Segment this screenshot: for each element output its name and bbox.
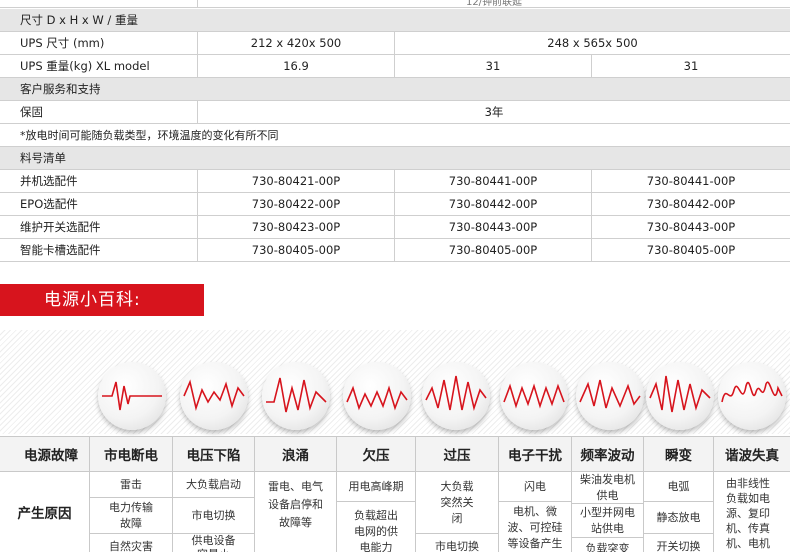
cause-cell: 电力传输故障 (90, 498, 173, 534)
electrical-noise-wave-icon (500, 362, 568, 430)
row-label-causes: 产生原因 (0, 472, 90, 552)
cause-cell: 电机、微波、可控硅等设备产生干扰 (499, 502, 572, 552)
surge-wave-icon (262, 362, 330, 430)
cause-cell: 供电设备容量小 (173, 534, 255, 552)
fault-header-power-fault: 电源故障 (0, 436, 90, 472)
undervoltage-wave-icon (343, 362, 411, 430)
fault-header-transient: 瞬变 (644, 436, 714, 472)
cause-cell: 大负载突然关闭 (416, 472, 499, 534)
cause-cell: 自然灾害 (90, 534, 173, 552)
cause-cell: 大负载启动 (173, 472, 255, 498)
fault-header-outage: 市电断电 (90, 436, 173, 472)
frequency-variation-wave-icon (576, 362, 644, 430)
cause-cell: 用电高峰期 (337, 472, 416, 502)
spec-row-top-partial: 12/钟前联延 (0, 0, 790, 8)
parts-row: 维护开关选配件 730-80423-00P 730-80443-00P 730-… (0, 216, 790, 239)
encyclopedia-banner: 电源小百科: (0, 284, 204, 316)
fault-header-surge: 浪涌 (255, 436, 337, 472)
cause-cell: 市电切换 (173, 498, 255, 534)
cause-cell: 静态放电 (644, 502, 714, 534)
cause-cell: 由非线性负载如电源、复印机、传真机、电机等引起 (714, 472, 790, 552)
cause-cell: 闪电 (499, 472, 572, 502)
fault-header-frequency: 频率波动 (572, 436, 644, 472)
cause-cell: 雷电、电气设备启停和故障等 (255, 472, 337, 552)
cause-cell: 柴油发电机供电 (572, 472, 644, 504)
fault-header-noise: 电子干扰 (499, 436, 572, 472)
section-parts: 料号清单 (0, 147, 790, 170)
fault-header-harmonic: 谐波失真 (714, 436, 790, 472)
fault-header-undervoltage: 欠压 (337, 436, 416, 472)
cause-cell: 雷击 (90, 472, 173, 498)
parts-row: 并机选配件 730-80421-00P 730-80441-00P 730-80… (0, 170, 790, 193)
banner-title: 电源小百科: (44, 290, 141, 310)
section-dimensions: 尺寸 D x H x W / 重量 (0, 9, 790, 32)
cause-cell: 开关切换 (644, 534, 714, 552)
power-outage-wave-icon (98, 362, 166, 430)
cause-cell: 负载超出电网的供电能力 (337, 502, 416, 552)
spec-row-ups-size: UPS 尺寸 (mm) 212 x 420x 500 248 x 565x 50… (0, 32, 790, 55)
fault-header-sag: 电压下陷 (173, 436, 255, 472)
cause-cell: 市电切换 (416, 534, 499, 552)
cause-cell: 小型并网电站供电 (572, 504, 644, 538)
parts-row: EPO选配件 730-80422-00P 730-80442-00P 730-8… (0, 193, 790, 216)
spec-row-ups-weight: UPS 重量(kg) XL model 16.9 31 31 (0, 55, 790, 78)
overvoltage-wave-icon (422, 362, 490, 430)
transient-wave-icon (646, 362, 714, 430)
cause-cell: 电弧 (644, 472, 714, 502)
section-service: 客户服务和支持 (0, 78, 790, 101)
parts-row: 智能卡槽选配件 730-80405-00P 730-80405-00P 730-… (0, 239, 790, 262)
spec-row-warranty: 保固 3年 (0, 101, 790, 124)
cause-cell: 负载突变 (572, 538, 644, 552)
harmonic-distortion-wave-icon (718, 362, 786, 430)
voltage-sag-wave-icon (180, 362, 248, 430)
fault-header-overvoltage: 过压 (416, 436, 499, 472)
spec-note: *放电时间可能随负载类型，环境温度的变化有所不同 (0, 124, 790, 147)
